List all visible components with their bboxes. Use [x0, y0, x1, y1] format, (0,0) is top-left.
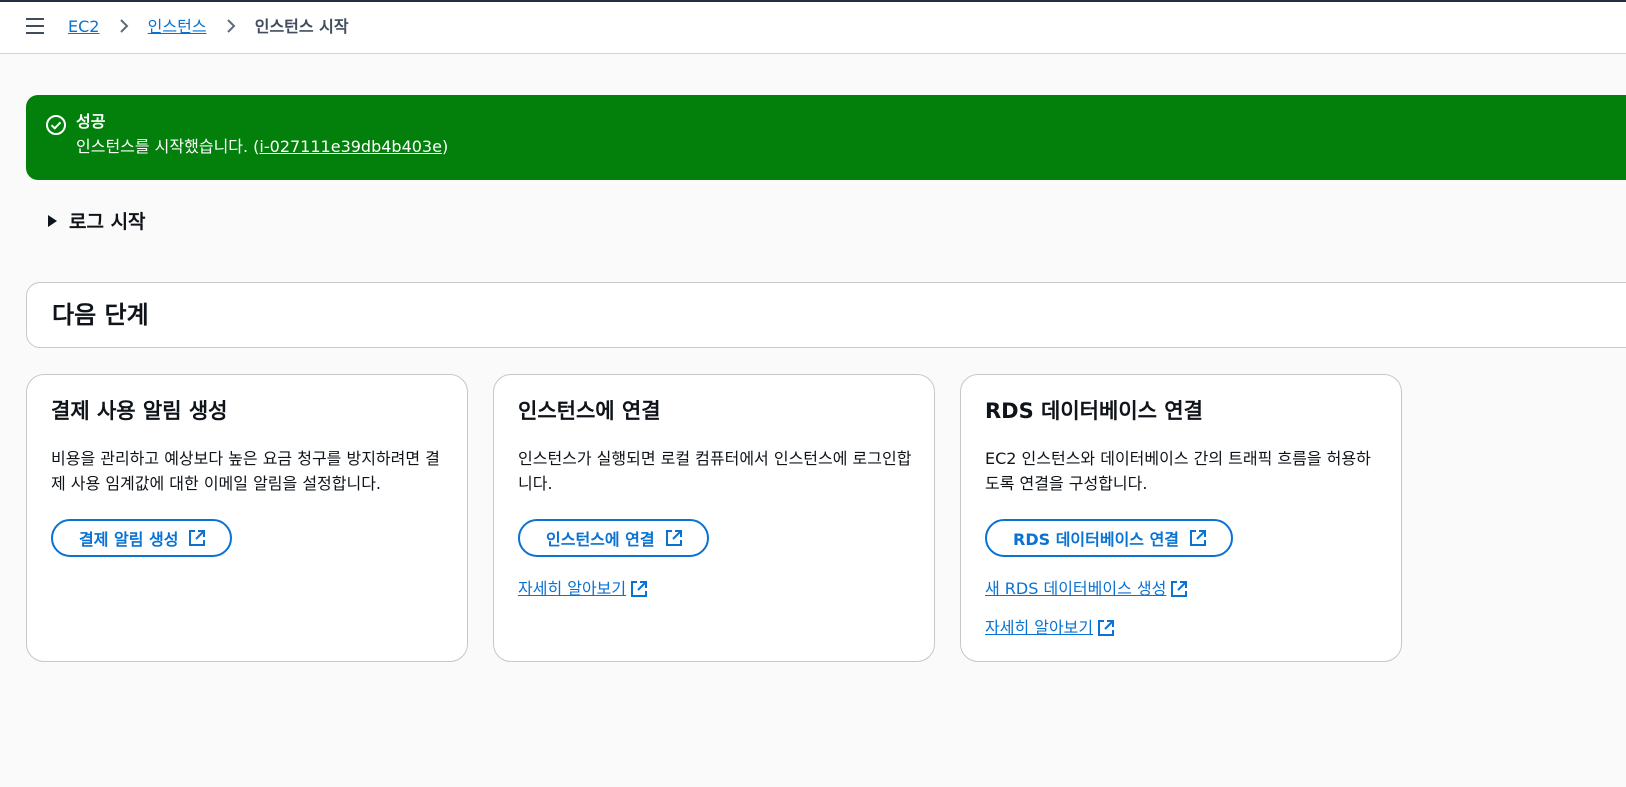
launch-log-label: 로그 시작 — [69, 211, 146, 233]
external-link-icon — [188, 529, 206, 547]
flash-message-prefix: 인스턴스를 시작했습니다. ( — [76, 137, 260, 156]
card-description: 인스턴스가 실행되면 로컬 컴퓨터에서 인스턴스에 로그인합니다. — [518, 449, 912, 493]
link-label: 새 RDS 데이터베이스 생성 — [985, 579, 1167, 598]
link-label: 자세히 알아보기 — [518, 579, 627, 598]
card-description: 비용을 관리하고 예상보다 높은 요금 청구를 방지하려면 결제 사용 임계값에… — [51, 449, 440, 493]
launch-log-toggle[interactable]: 로그 시작 — [48, 210, 146, 234]
chevron-right-icon — [226, 17, 236, 39]
external-link-icon — [1097, 619, 1115, 637]
breadcrumb-link-ec2[interactable]: EC2 — [68, 17, 99, 36]
connect-rds-button[interactable]: RDS 데이터베이스 연결 — [985, 519, 1234, 557]
button-label: 인스턴스에 연결 — [546, 530, 655, 549]
next-steps-title: 다음 단계 — [52, 301, 149, 329]
external-link-icon — [1170, 580, 1188, 598]
instance-id-link[interactable]: i-027111e39db4b403e — [259, 137, 442, 156]
next-steps-header: 다음 단계 — [26, 282, 1626, 348]
create-billing-alert-button[interactable]: 결제 알림 생성 — [51, 519, 233, 557]
flash-message-suffix: ) — [441, 137, 449, 156]
hamburger-menu-icon[interactable] — [26, 18, 44, 34]
link-label: 자세히 알아보기 — [985, 618, 1094, 637]
learn-more-link[interactable]: 자세히 알아보기 — [985, 617, 1115, 639]
external-link-icon — [630, 580, 648, 598]
connect-instance-button[interactable]: 인스턴스에 연결 — [518, 519, 709, 557]
breadcrumb: EC2 인스턴스 인스턴스 시작 — [68, 16, 349, 39]
card-title: RDS 데이터베이스 연결 — [985, 399, 1203, 423]
breadcrumb-current: 인스턴스 시작 — [254, 17, 349, 36]
card-title: 인스턴스에 연결 — [518, 399, 661, 423]
card-description: EC2 인스턴스와 데이터베이스 간의 트래픽 흐름을 허용하도록 연결을 구성… — [985, 449, 1371, 493]
card-title: 결제 사용 알림 생성 — [51, 399, 228, 423]
flash-title: 성공 — [76, 112, 106, 131]
create-rds-database-link[interactable]: 새 RDS 데이터베이스 생성 — [985, 578, 1188, 600]
external-link-icon — [1189, 529, 1207, 547]
button-label: RDS 데이터베이스 연결 — [1013, 530, 1180, 549]
card-connect-instance: 인스턴스에 연결 인스턴스가 실행되면 로컬 컴퓨터에서 인스턴스에 로그인합니… — [493, 374, 935, 662]
check-circle-icon — [45, 114, 67, 136]
chevron-right-icon — [119, 17, 129, 39]
button-label: 결제 알림 생성 — [79, 530, 179, 549]
breadcrumb-link-instances[interactable]: 인스턴스 — [148, 17, 207, 36]
caret-right-icon — [48, 214, 57, 227]
card-rds-connect: RDS 데이터베이스 연결 EC2 인스턴스와 데이터베이스 간의 트래픽 흐름… — [960, 374, 1402, 662]
success-flashbar: 성공 인스턴스를 시작했습니다. (i-027111e39db4b403e) — [26, 95, 1626, 180]
card-billing-alert: 결제 사용 알림 생성 비용을 관리하고 예상보다 높은 요금 청구를 방지하려… — [26, 374, 468, 662]
external-link-icon — [665, 529, 683, 547]
flash-message: 인스턴스를 시작했습니다. (i-027111e39db4b403e) — [76, 136, 448, 158]
breadcrumb-bar: EC2 인스턴스 인스턴스 시작 — [0, 2, 1626, 54]
learn-more-link[interactable]: 자세히 알아보기 — [518, 578, 648, 600]
